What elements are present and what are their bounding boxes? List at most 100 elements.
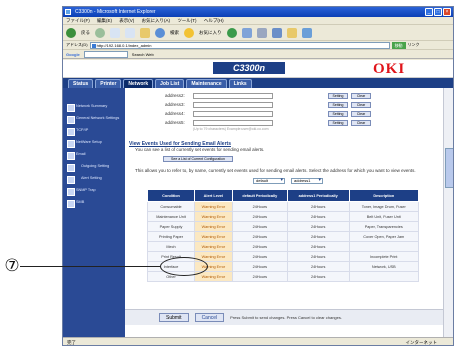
cell-address1-period[interactable]: 24Hours [286,231,350,242]
print-icon[interactable] [271,27,282,38]
table-header-row: Condition Alert Level default Periodical… [146,189,420,202]
see-list-button[interactable]: See a List of Current Configuration [163,156,233,162]
cell-default-period[interactable]: 24Hours [231,271,288,282]
cell-default-period[interactable]: 24Hours [231,201,288,212]
home-icon[interactable] [140,27,150,38]
google-search-input[interactable] [83,50,128,58]
col-condition: Condition [146,189,196,202]
menu-edit[interactable]: 編集(E) [97,18,112,23]
table-row: Consumable Warning Error 24Hours 24Hours Ton… [146,201,420,212]
cell-alert-level: Warning Error [194,211,233,222]
mail-icon[interactable] [256,27,267,38]
cell-address1-period[interactable]: 24Hours [286,251,350,262]
address-input[interactable]: http://192.168.0.1/index_admin [89,41,390,49]
setting-button[interactable]: Setting [328,119,348,126]
address5-field[interactable] [193,119,273,126]
table-row: Paper Supply Warning Error 24Hours 24Hours P… [146,221,420,232]
menu-help[interactable]: ヘルプ(H) [204,18,224,23]
sidebar-item-general-network[interactable]: General Network Settings [63,114,125,126]
links-label[interactable]: リンク [408,42,420,48]
cell-address1-period[interactable]: 24Hours [286,241,350,252]
history-icon[interactable] [241,27,252,38]
cell-description: Cover Open, Paper Jam [348,231,420,242]
menu-file[interactable]: ファイル(F) [66,18,90,23]
col-alert-level: Alert Level [194,189,233,202]
maximize-button[interactable]: □ [434,8,442,16]
clear-button[interactable]: Clear [351,119,371,126]
cell-address1-period[interactable]: 24Hours [286,261,350,272]
sidebar: Network Summary General Network Settings… [63,88,125,337]
address2-field[interactable] [193,92,273,99]
media-icon[interactable] [226,27,237,38]
search-web-button[interactable]: Search Web [132,52,154,57]
google-toolbar: Google Search Web [63,50,453,59]
sidebar-item-snmp-trap[interactable]: SNMP Trap [63,186,125,198]
search-icon[interactable] [155,27,165,38]
close-button[interactable]: × [443,8,451,16]
sidebar-item-alert[interactable]: Alert Setting [63,174,125,186]
menu-favorites[interactable]: お気に入り(A) [142,18,171,23]
oki-logo: OKI [373,61,406,77]
messenger-icon[interactable] [301,27,312,38]
page-content: C3300n OKI Status Printer Network Job Li… [63,60,453,337]
clear-button[interactable]: Clear [351,110,371,117]
status-bar: 完了 インターネット [63,337,453,345]
cell-address1-period[interactable]: 24Hours [286,201,350,212]
back-icon[interactable] [66,27,76,38]
clear-button[interactable]: Clear [351,92,371,99]
go-button[interactable]: 移動 [391,41,406,49]
cell-default-period[interactable]: 24Hours [231,211,288,222]
clear-button[interactable]: Clear [351,101,371,108]
address-row: address5: Setting Clear [125,118,443,127]
tab-maintenance[interactable]: Maintenance [186,79,227,88]
setting-button[interactable]: Setting [328,101,348,108]
sidebar-item-outgoing[interactable]: Outgoing Setting [63,162,125,174]
address4-field[interactable] [193,110,273,117]
minimize-button[interactable]: _ [425,8,433,16]
vertical-scrollbar[interactable] [443,88,453,337]
address-row: address2: Setting Clear [125,91,443,100]
stop-icon[interactable] [110,27,120,38]
tab-job-list[interactable]: Job List [155,79,185,88]
forward-icon[interactable] [95,27,105,38]
sidebar-item-tcpip[interactable]: TCP/IP [63,126,125,138]
sidebar-item-email[interactable]: Email [63,150,125,162]
cell-description [348,271,420,282]
setting-button[interactable]: Setting [328,110,348,117]
cell-description: Incomplete Print [348,251,420,262]
cell-default-period[interactable]: 24Hours [231,241,288,252]
sidebar-item-netware[interactable]: NetWare Setup [63,138,125,150]
address-select-2[interactable]: address1 [291,178,323,184]
cancel-button[interactable]: Cancel [194,313,225,322]
tab-printer[interactable]: Printer [95,79,122,88]
address-select-1[interactable]: default [253,178,285,184]
table-row: Maintenance Unit Warning Error 24Hours 24Ho… [146,211,420,222]
main-panel: address2: Setting Clear address3: Settin… [125,88,443,337]
tab-status[interactable]: Status [68,79,94,88]
cell-default-period[interactable]: 24Hours [231,221,288,232]
tab-network[interactable]: Network [123,79,154,88]
cell-default-period[interactable]: 24Hours [231,251,288,262]
menu-tools[interactable]: ツール(T) [177,18,196,23]
cell-address1-period[interactable]: 24Hours [286,211,350,222]
cell-description: Toner, Image Drum, Fuser [348,201,420,212]
address3-field[interactable] [193,101,273,108]
tab-links[interactable]: Links [228,79,252,88]
cell-address1-period[interactable]: 24Hours [286,221,350,232]
google-logo: Google [66,51,80,57]
sidebar-item-network-summary[interactable]: Network Summary [63,102,125,114]
cell-default-period[interactable]: 24Hours [231,261,288,272]
cell-address1-period[interactable]: 24Hours [286,271,350,282]
submit-button[interactable]: Submit [159,313,189,322]
favorites-icon[interactable] [184,27,194,38]
menu-view[interactable]: 表示(V) [119,18,134,23]
refresh-icon[interactable] [125,27,135,38]
folder-icon[interactable] [286,27,297,38]
scrollbar-thumb[interactable] [445,148,453,188]
cell-condition: Printing Paper [146,231,196,242]
status-text: 完了 [67,340,76,345]
sidebar-item-smb[interactable]: SMB [63,198,125,210]
setting-button[interactable]: Setting [328,92,348,99]
address-row: address3: Setting Clear [125,100,443,109]
cell-default-period[interactable]: 24Hours [231,231,288,242]
